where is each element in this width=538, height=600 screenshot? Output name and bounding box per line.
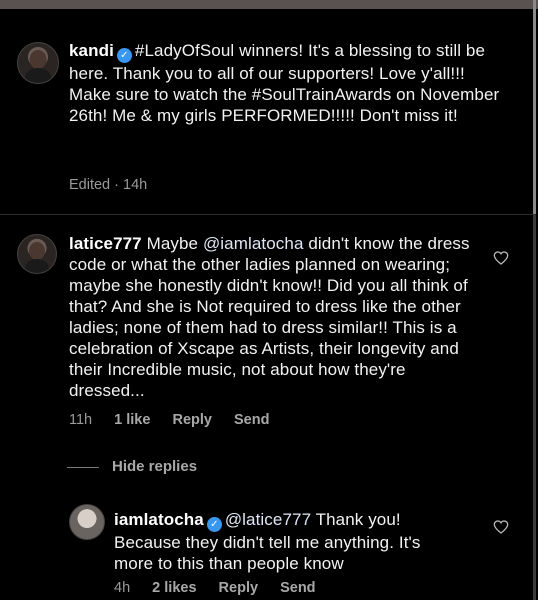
comment-latice777: latice777 Maybe @iamlatocha didn't know … [69,233,474,401]
mention-iamlatocha[interactable]: @iamlatocha [203,234,304,253]
verified-icon: ✓ [116,48,132,63]
reply-button[interactable]: Reply [219,580,259,596]
mention-latice777[interactable]: @latice777 [225,510,311,529]
send-button[interactable]: Send [280,580,315,596]
avatar-latice777[interactable] [17,234,57,274]
comment-time: 11h [69,412,93,428]
send-button[interactable]: Send [234,412,269,428]
top-bar [0,0,538,9]
username-iamlatocha[interactable]: iamlatocha [114,510,204,529]
heart-icon[interactable] [493,251,509,265]
avatar-head [29,50,47,70]
comment-latice777-meta: 11h 1 like Reply Send [69,412,287,428]
avatar-kandi[interactable] [17,42,59,84]
likes-count[interactable]: 2 likes [152,580,196,596]
avatar-iamlatocha[interactable] [69,504,105,540]
username-kandi[interactable]: kandi [69,41,114,60]
comment-latice777-text-before: Maybe [146,234,203,253]
hide-replies-button[interactable]: Hide replies [112,458,197,475]
comment-kandi-meta: Edited · 14h [69,177,148,193]
comment-kandi-line2: Make sure to watch the #SoulTrainAwards … [69,85,500,125]
reply-iamlatocha: iamlatocha ✓ @latice777 Thank you! Because… [114,509,464,574]
scroll-thumb[interactable] [533,0,536,215]
heart-icon[interactable] [493,520,509,534]
reply-time: 4h [114,580,131,596]
likes-count[interactable]: 1 like [114,412,150,428]
avatar-body [24,258,50,273]
verified-icon: ✓ [206,517,222,532]
avatar-body [25,67,51,83]
username-latice777[interactable]: latice777 [69,234,142,253]
comment-kandi: kandi ✓ #LadyOfSoul winners! It's a blessi… [69,40,519,126]
divider [0,214,536,215]
hide-replies-line [67,467,99,468]
comment-kandi-line1: #LadyOfSoul winners! It's a blessing to … [69,41,486,83]
avatar-head [29,241,45,261]
reply-iamlatocha-meta: 4h 2 likes Reply Send [114,580,334,596]
comment-latice777-text-after: didn't know the dress code or what the o… [69,234,470,400]
reply-button[interactable]: Reply [172,412,212,428]
